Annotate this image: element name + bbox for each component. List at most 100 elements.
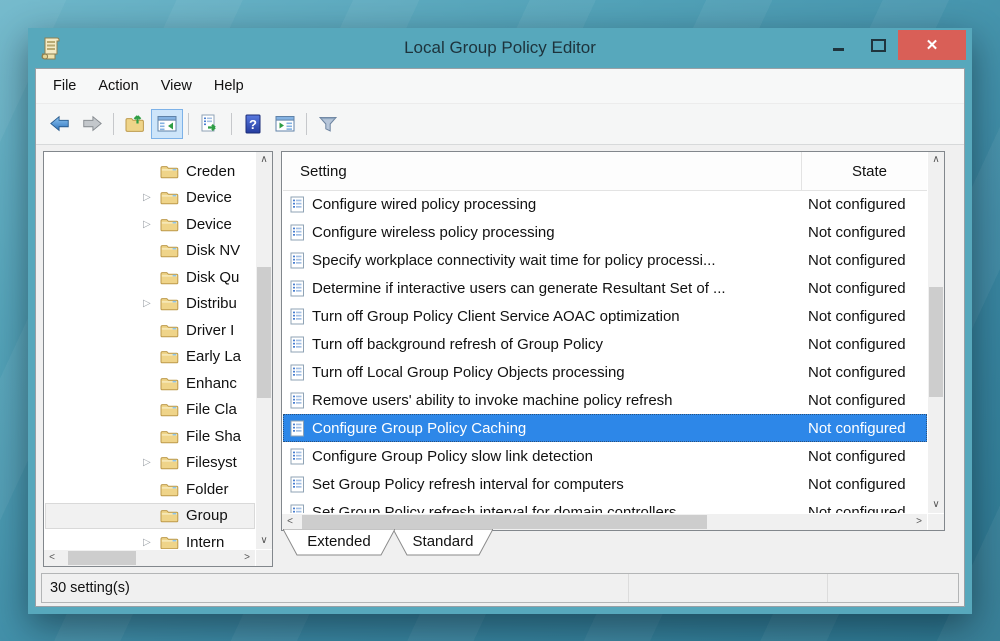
column-header-state[interactable]: State bbox=[801, 152, 927, 190]
minimize-button[interactable] bbox=[818, 30, 858, 60]
setting-name: Configure Group Policy Caching bbox=[312, 420, 798, 437]
scroll-down-icon[interactable]: ∨ bbox=[256, 533, 272, 549]
folder-icon bbox=[160, 402, 179, 417]
setting-row[interactable]: Specify workplace connectivity wait time… bbox=[283, 246, 927, 274]
tree-item-label: Creden bbox=[186, 163, 235, 180]
tree-item[interactable]: File Sha bbox=[45, 423, 255, 450]
setting-name: Configure wired policy processing bbox=[312, 196, 798, 213]
setting-row[interactable]: Configure wired policy processingNot con… bbox=[283, 190, 927, 218]
policy-setting-icon-wrap bbox=[290, 504, 305, 514]
list-vscroll-thumb[interactable] bbox=[929, 287, 943, 397]
scroll-right-icon[interactable]: > bbox=[239, 550, 255, 566]
setting-name: Determine if interactive users can gener… bbox=[312, 280, 798, 297]
close-button[interactable]: ✕ bbox=[898, 30, 966, 60]
expand-arrow-icon[interactable]: ▷ bbox=[143, 537, 160, 548]
status-bar: 30 setting(s) bbox=[41, 573, 959, 603]
tree-vscroll-thumb[interactable] bbox=[257, 267, 271, 398]
expand-arrow-icon[interactable]: ▷ bbox=[143, 298, 160, 309]
expand-arrow-icon[interactable]: ▷ bbox=[143, 219, 160, 230]
back-button[interactable] bbox=[44, 109, 76, 139]
setting-row[interactable]: Configure Group Policy slow link detecti… bbox=[283, 442, 927, 470]
column-header-setting[interactable]: Setting bbox=[283, 163, 801, 180]
tree-item-label: Folder bbox=[186, 481, 229, 498]
menu-view[interactable]: View bbox=[150, 78, 203, 94]
tree-item[interactable]: ▷ Device bbox=[45, 211, 255, 238]
menu-help[interactable]: Help bbox=[203, 78, 255, 94]
tree-item[interactable]: Group bbox=[45, 503, 255, 530]
forward-button[interactable] bbox=[76, 109, 108, 139]
list-hscroll-thumb[interactable] bbox=[302, 515, 707, 529]
tree-horizontal-scrollbar[interactable]: < > bbox=[44, 550, 255, 566]
scroll-right-icon[interactable]: > bbox=[911, 514, 927, 530]
tree-item-label: Early La bbox=[186, 348, 241, 365]
setting-row[interactable]: Turn off Local Group Policy Objects proc… bbox=[283, 358, 927, 386]
status-section bbox=[827, 574, 958, 602]
tree-item[interactable]: ▷ Distribu bbox=[45, 291, 255, 318]
tree-item[interactable]: Driver I bbox=[45, 317, 255, 344]
help-button[interactable]: ? bbox=[237, 109, 269, 139]
tree-item[interactable]: Enhanc bbox=[45, 370, 255, 397]
policy-setting-icon bbox=[290, 420, 305, 437]
policy-setting-icon-wrap bbox=[290, 392, 305, 409]
expand-arrow-icon[interactable]: ▷ bbox=[143, 192, 160, 203]
tree-item[interactable]: ▷ Filesyst bbox=[45, 450, 255, 477]
scrollbar-corner bbox=[928, 514, 944, 530]
show-console-tree-button[interactable] bbox=[151, 109, 183, 139]
tree-item-label: File Cla bbox=[186, 401, 237, 418]
scroll-up-icon[interactable]: ∧ bbox=[928, 152, 944, 168]
tree-item[interactable]: Creden bbox=[45, 158, 255, 185]
setting-name: Specify workplace connectivity wait time… bbox=[312, 252, 798, 269]
setting-state: Not configured bbox=[798, 196, 927, 213]
titlebar[interactable]: Local Group Policy Editor ✕ bbox=[28, 28, 972, 68]
scroll-up-icon[interactable]: ∧ bbox=[256, 152, 272, 168]
toolbar-separator bbox=[188, 113, 189, 135]
list-vertical-scrollbar[interactable]: ∧ ∨ bbox=[928, 152, 944, 513]
setting-row[interactable]: Determine if interactive users can gener… bbox=[283, 274, 927, 302]
scroll-left-icon[interactable]: < bbox=[44, 550, 60, 566]
status-text: 30 setting(s) bbox=[42, 574, 628, 602]
scroll-down-icon[interactable]: ∨ bbox=[928, 497, 944, 513]
list-horizontal-scrollbar[interactable]: < > bbox=[282, 514, 927, 530]
setting-row[interactable]: Configure Group Policy CachingNot config… bbox=[283, 414, 927, 442]
policy-setting-icon-wrap bbox=[290, 224, 305, 241]
policy-setting-icon bbox=[290, 308, 305, 325]
scroll-left-icon[interactable]: < bbox=[282, 514, 298, 530]
tab-extended[interactable]: Extended bbox=[283, 529, 395, 556]
tree-item[interactable]: Disk Qu bbox=[45, 264, 255, 291]
tree-item[interactable]: ▷ Device bbox=[45, 185, 255, 212]
setting-row[interactable]: Remove users' ability to invoke machine … bbox=[283, 386, 927, 414]
folder-icon bbox=[160, 164, 179, 179]
tree-item-label: Group bbox=[186, 507, 228, 524]
tree-item-label: File Sha bbox=[186, 428, 241, 445]
policy-setting-icon bbox=[290, 504, 305, 514]
setting-row[interactable]: Configure wireless policy processingNot … bbox=[283, 218, 927, 246]
tree-item[interactable]: File Cla bbox=[45, 397, 255, 424]
tree-item[interactable]: Early La bbox=[45, 344, 255, 371]
setting-row[interactable]: Set Group Policy refresh interval for do… bbox=[283, 498, 927, 513]
policy-setting-icon-wrap bbox=[290, 448, 305, 465]
show-properties-button[interactable] bbox=[269, 109, 301, 139]
maximize-icon bbox=[871, 39, 886, 52]
list-header: Setting State bbox=[283, 152, 927, 191]
tree-item[interactable]: Folder bbox=[45, 476, 255, 503]
expand-arrow-icon[interactable]: ▷ bbox=[143, 457, 160, 468]
menu-file[interactable]: File bbox=[42, 78, 87, 94]
settings-list-panel: Setting State Configure wired policy pro… bbox=[281, 151, 945, 531]
maximize-button[interactable] bbox=[858, 30, 898, 60]
menu-action[interactable]: Action bbox=[87, 78, 149, 94]
tree-item[interactable]: Disk NV bbox=[45, 238, 255, 265]
filter-button[interactable] bbox=[312, 109, 344, 139]
tree-hscroll-thumb[interactable] bbox=[68, 551, 136, 565]
up-one-level-button[interactable] bbox=[119, 109, 151, 139]
tree-item[interactable]: ▷ Intern bbox=[45, 529, 255, 549]
policy-setting-icon bbox=[290, 252, 305, 269]
tree-vertical-scrollbar[interactable]: ∧ ∨ bbox=[256, 152, 272, 549]
setting-row[interactable]: Turn off Group Policy Client Service AOA… bbox=[283, 302, 927, 330]
setting-row[interactable]: Turn off background refresh of Group Pol… bbox=[283, 330, 927, 358]
back-icon bbox=[49, 113, 71, 135]
export-list-button[interactable] bbox=[194, 109, 226, 139]
setting-row[interactable]: Set Group Policy refresh interval for co… bbox=[283, 470, 927, 498]
setting-state: Not configured bbox=[798, 364, 927, 381]
tab-standard[interactable]: Standard bbox=[393, 529, 493, 556]
policy-setting-icon bbox=[290, 224, 305, 241]
